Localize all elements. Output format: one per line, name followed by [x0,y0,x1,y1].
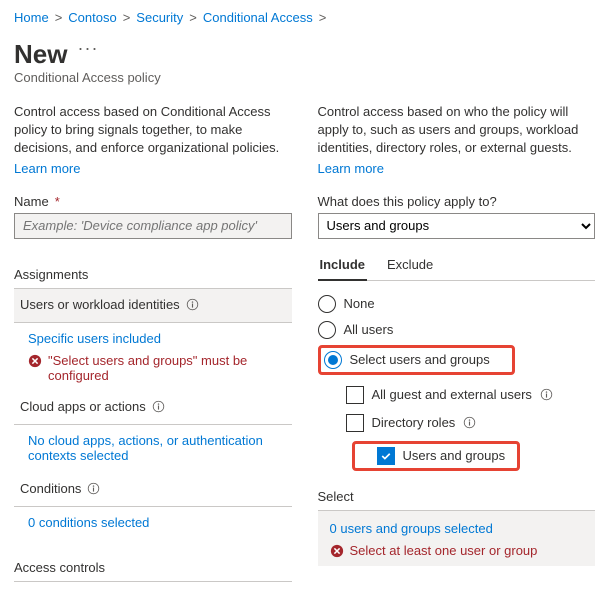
chevron-right-icon: > [123,10,131,25]
radio-select-users-groups-label: Select users and groups [350,352,490,367]
users-groups-selected-link[interactable]: 0 users and groups selected [330,521,493,536]
checkbox-guest-users[interactable]: All guest and external users [346,381,596,409]
apply-to-select[interactable]: Users and groups [318,213,596,239]
checkbox-directory-roles-label: Directory roles [372,415,456,430]
chevron-right-icon: > [319,10,327,25]
apply-to-label: What does this policy apply to? [318,194,596,209]
info-icon [540,388,553,401]
tab-include[interactable]: Include [318,251,368,280]
users-error: "Select users and groups" must be config… [14,348,292,391]
breadcrumb-contoso[interactable]: Contoso [68,10,116,25]
assignments-heading: Assignments [14,261,292,289]
specific-users-link[interactable]: Specific users included [28,331,161,346]
checkbox-guest-users-label: All guest and external users [372,387,532,402]
info-icon [186,298,199,311]
conditions-link[interactable]: 0 conditions selected [28,515,149,530]
chevron-right-icon: > [189,10,197,25]
breadcrumb: Home > Contoso > Security > Conditional … [14,10,595,25]
select-error: Select at least one user or group [320,538,596,562]
page-title: New [14,39,67,70]
breadcrumb-security[interactable]: Security [136,10,183,25]
conditions-row[interactable]: Conditions [14,473,292,507]
users-identities-row[interactable]: Users or workload identities [14,289,292,323]
checkbox-users-groups[interactable]: Users and groups [377,447,506,465]
radio-all-users-label: All users [344,322,394,337]
cloud-apps-row[interactable]: Cloud apps or actions [14,391,292,425]
info-icon [463,416,476,429]
left-description: Control access based on Conditional Acce… [14,103,292,157]
info-icon [87,482,100,495]
breadcrumb-conditional-access[interactable]: Conditional Access [203,10,313,25]
error-icon [28,354,42,368]
no-cloud-apps-link[interactable]: No cloud apps, actions, or authenticatio… [28,433,263,463]
radio-none[interactable]: None [318,291,596,317]
error-icon [330,544,344,558]
tab-exclude[interactable]: Exclude [385,251,435,280]
checkbox-users-groups-label: Users and groups [403,448,506,463]
access-controls-heading: Access controls [14,554,292,582]
select-users-block: 0 users and groups selected Select at le… [318,511,596,566]
chevron-right-icon: > [55,10,63,25]
select-heading: Select [318,477,596,511]
learn-more-link-right[interactable]: Learn more [318,161,596,176]
name-input[interactable] [14,213,292,239]
learn-more-link[interactable]: Learn more [14,161,292,176]
page-subtitle: Conditional Access policy [14,70,595,85]
more-icon[interactable]: ··· [77,38,98,59]
checkbox-directory-roles[interactable]: Directory roles [346,409,596,437]
info-icon [152,400,165,413]
breadcrumb-home[interactable]: Home [14,10,49,25]
name-label: Name* [14,194,292,209]
radio-select-users-groups[interactable]: Select users and groups [324,351,490,369]
radio-all-users[interactable]: All users [318,317,596,343]
right-description: Control access based on who the policy w… [318,103,596,157]
radio-none-label: None [344,296,375,311]
